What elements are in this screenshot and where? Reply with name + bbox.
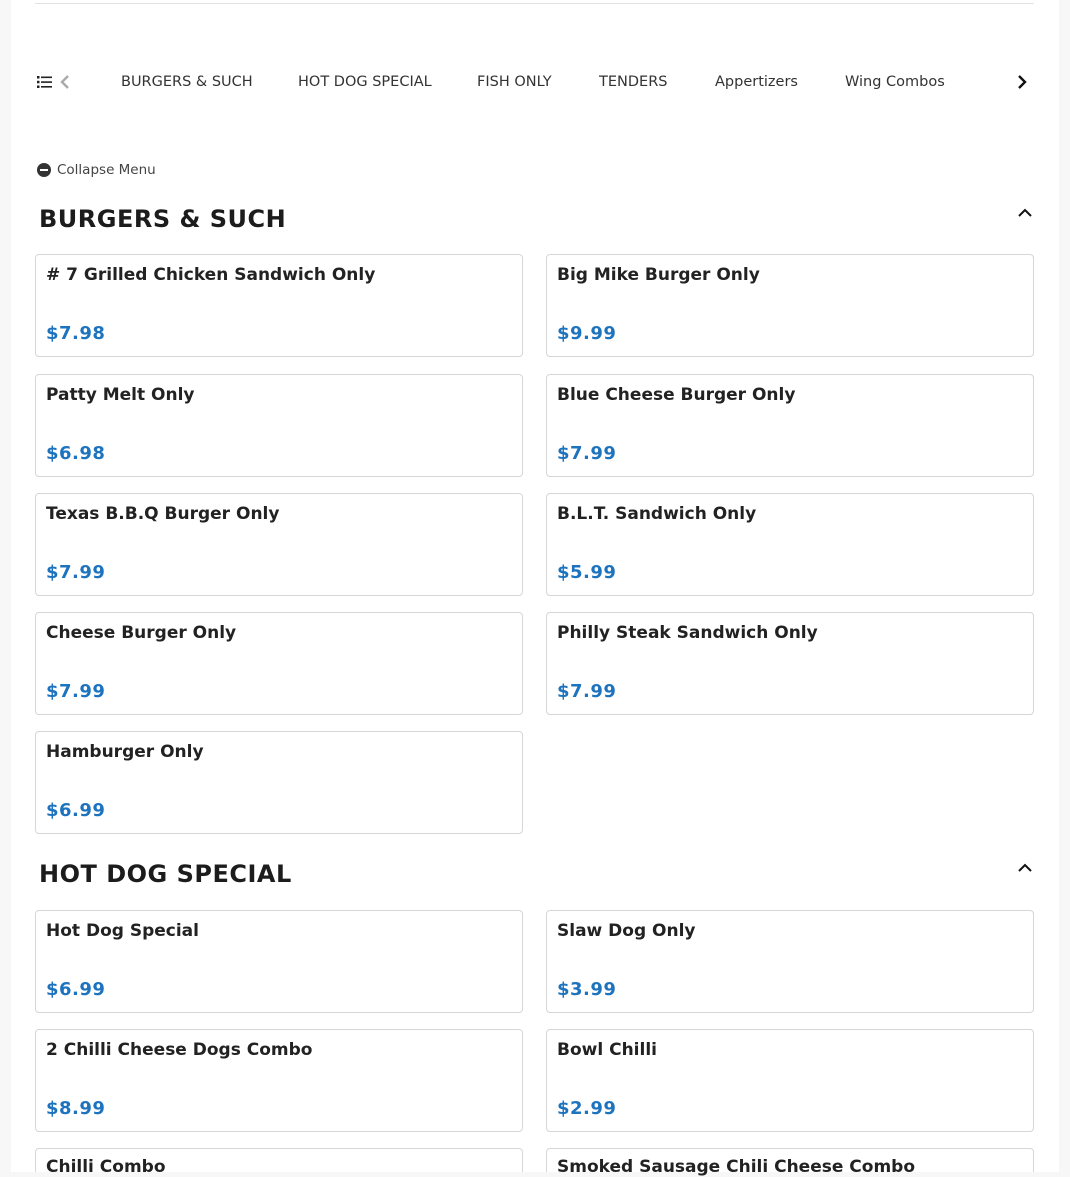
chevron-up-icon[interactable]	[1017, 861, 1033, 873]
menu-item-card[interactable]: 2 Chilli Cheese Dogs Combo $8.99	[35, 1029, 523, 1132]
chevron-right-icon[interactable]	[1015, 73, 1029, 91]
menu-item-card[interactable]: Patty Melt Only $6.98	[35, 374, 523, 477]
menu-item-card[interactable]: Smoked Sausage Chili Cheese Combo	[546, 1148, 1034, 1177]
item-name: Smoked Sausage Chili Cheese Combo	[557, 1157, 916, 1177]
item-name: Philly Steak Sandwich Only	[557, 623, 818, 643]
item-name: Hot Dog Special	[46, 921, 199, 941]
top-divider	[35, 3, 1034, 4]
minus-circle-icon	[37, 163, 51, 177]
chevron-left-icon[interactable]	[59, 73, 71, 91]
tab-tenders[interactable]: TENDERS	[599, 73, 667, 91]
menu-item-card[interactable]: Chilli Combo	[35, 1148, 523, 1177]
item-name: 2 Chilli Cheese Dogs Combo	[46, 1040, 313, 1060]
tab-wing-combos[interactable]: Wing Combos	[845, 73, 945, 91]
item-price: $9.99	[557, 323, 617, 344]
collapse-menu-label: Collapse Menu	[57, 162, 156, 178]
item-name: Hamburger Only	[46, 742, 204, 762]
item-price: $6.98	[46, 443, 106, 464]
menu-item-card[interactable]: Texas B.B.Q Burger Only $7.99	[35, 493, 523, 596]
item-name: Bowl Chilli	[557, 1040, 657, 1060]
item-price: $7.99	[557, 681, 617, 702]
tab-hot-dog-special[interactable]: HOT DOG SPECIAL	[298, 73, 432, 91]
item-price: $8.99	[46, 1098, 106, 1119]
item-price: $3.99	[557, 979, 617, 1000]
menu-item-card[interactable]: Hot Dog Special $6.99	[35, 910, 523, 1013]
tab-appertizers[interactable]: Appertizers	[715, 73, 798, 91]
category-nav: BURGERS & SUCH HOT DOG SPECIAL FISH ONLY…	[35, 62, 1035, 102]
item-name: Chilli Combo	[46, 1157, 166, 1177]
menu-item-card[interactable]: Big Mike Burger Only $9.99	[546, 254, 1034, 357]
item-name: # 7 Grilled Chicken Sandwich Only	[46, 265, 376, 285]
item-name: Patty Melt Only	[46, 385, 195, 405]
chevron-up-icon[interactable]	[1017, 206, 1033, 218]
item-name: Big Mike Burger Only	[557, 265, 760, 285]
menu-page: BURGERS & SUCH HOT DOG SPECIAL FISH ONLY…	[11, 0, 1059, 1177]
list-icon[interactable]	[37, 75, 53, 89]
item-price: $6.99	[46, 800, 106, 821]
item-name: Cheese Burger Only	[46, 623, 237, 643]
menu-item-card[interactable]: Blue Cheese Burger Only $7.99	[546, 374, 1034, 477]
tab-burgers-such[interactable]: BURGERS & SUCH	[121, 73, 253, 91]
item-price: $7.98	[46, 323, 106, 344]
menu-item-card[interactable]: Bowl Chilli $2.99	[546, 1029, 1034, 1132]
item-price: $2.99	[557, 1098, 617, 1119]
item-name: Slaw Dog Only	[557, 921, 696, 941]
menu-item-card[interactable]: Philly Steak Sandwich Only $7.99	[546, 612, 1034, 715]
item-name: Texas B.B.Q Burger Only	[46, 504, 280, 524]
menu-item-card[interactable]: Cheese Burger Only $7.99	[35, 612, 523, 715]
item-price: $7.99	[557, 443, 617, 464]
section-title-burgers: BURGERS & SUCH	[39, 205, 287, 233]
item-price: $6.99	[46, 979, 106, 1000]
menu-item-card[interactable]: Hamburger Only $6.99	[35, 731, 523, 834]
item-name: Blue Cheese Burger Only	[557, 385, 796, 405]
collapse-menu-button[interactable]: Collapse Menu	[37, 161, 156, 179]
menu-item-card[interactable]: B.L.T. Sandwich Only $5.99	[546, 493, 1034, 596]
item-price: $7.99	[46, 681, 106, 702]
item-price: $7.99	[46, 562, 106, 583]
tab-fish-only[interactable]: FISH ONLY	[477, 73, 552, 91]
menu-item-card[interactable]: Slaw Dog Only $3.99	[546, 910, 1034, 1013]
section-title-hot-dog: HOT DOG SPECIAL	[39, 860, 292, 888]
menu-item-card[interactable]: # 7 Grilled Chicken Sandwich Only $7.98	[35, 254, 523, 357]
item-price: $5.99	[557, 562, 617, 583]
item-name: B.L.T. Sandwich Only	[557, 504, 757, 524]
